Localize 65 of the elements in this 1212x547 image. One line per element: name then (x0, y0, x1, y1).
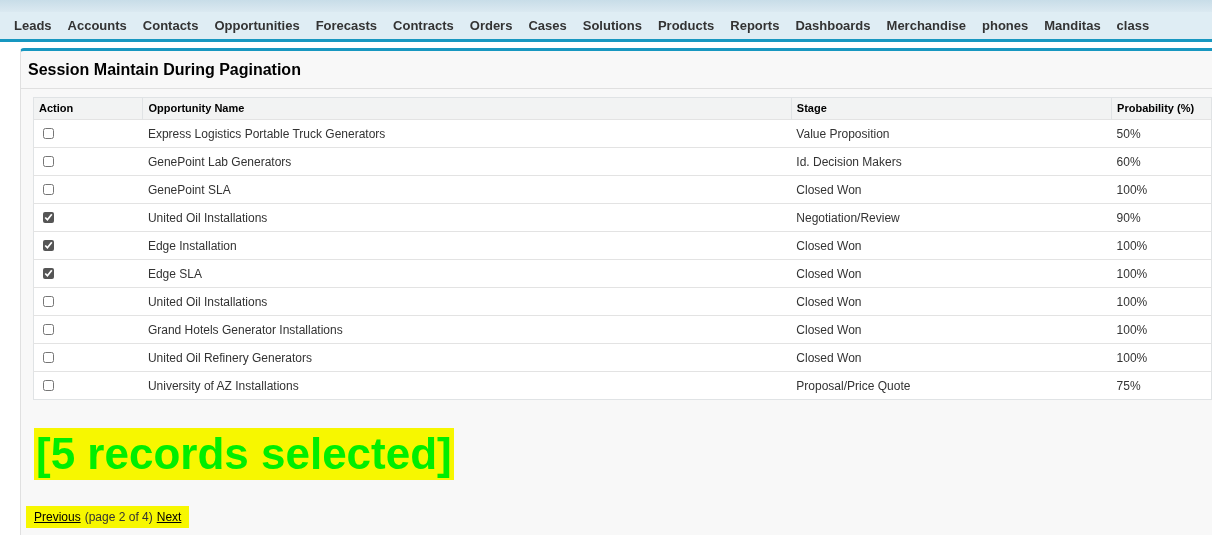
nav-tab[interactable]: Orders (469, 15, 513, 36)
next-link[interactable]: Next (156, 508, 182, 526)
nav-tab[interactable]: phones (982, 15, 1029, 36)
table-cell: Closed Won (791, 259, 1112, 288)
nav-tab[interactable]: Products (657, 15, 715, 36)
column-header: Opportunity Name (142, 97, 792, 120)
row-checkbox[interactable] (43, 184, 54, 195)
table-cell: 60% (1111, 147, 1212, 176)
table-cell: Edge Installation (142, 231, 792, 260)
table-cell: Edge SLA (142, 259, 792, 288)
row-checkbox[interactable] (43, 352, 54, 363)
table-cell: United Oil Installations (142, 287, 792, 316)
column-header: Action (33, 97, 143, 120)
nav-tab[interactable]: Opportunities (214, 15, 300, 36)
table-cell: Closed Won (791, 175, 1112, 204)
nav-tab[interactable]: Contacts (142, 15, 199, 36)
row-checkbox[interactable] (43, 240, 54, 251)
row-checkbox[interactable] (43, 380, 54, 391)
row-checkbox[interactable] (43, 268, 54, 279)
table-cell: 90% (1111, 203, 1212, 232)
column-header: Stage (791, 97, 1112, 120)
table-cell: 100% (1111, 231, 1212, 260)
table-cell: Closed Won (791, 231, 1112, 260)
table-cell: Proposal/Price Quote (791, 371, 1112, 400)
table-cell: Grand Hotels Generator Installations (142, 315, 792, 344)
table-cell: Value Proposition (791, 119, 1112, 148)
table-cell: United Oil Refinery Generators (142, 343, 792, 372)
nav-tab[interactable]: Manditas (1044, 15, 1101, 36)
previous-link[interactable]: Previous (34, 508, 81, 526)
nav-tab[interactable]: Contracts (393, 15, 454, 36)
nav-tab[interactable]: Solutions (582, 15, 642, 36)
table-cell: Closed Won (791, 287, 1112, 316)
table-cell: Closed Won (791, 343, 1112, 372)
table-cell: 100% (1111, 343, 1212, 372)
row-checkbox[interactable] (43, 296, 54, 307)
nav-tab[interactable]: Cases (528, 15, 567, 36)
table-cell: 100% (1111, 315, 1212, 344)
table-cell: 100% (1111, 259, 1212, 288)
table-cell: 75% (1111, 371, 1212, 400)
table-cell: Closed Won (791, 315, 1112, 344)
table-cell: 100% (1111, 287, 1212, 316)
row-checkbox[interactable] (43, 212, 54, 223)
selection-count: [5 records selected] (34, 428, 454, 480)
table-cell: Id. Decision Makers (791, 147, 1112, 176)
row-checkbox[interactable] (43, 324, 54, 335)
panel-title: Session Maintain During Pagination (28, 59, 301, 80)
table-cell: Express Logistics Portable Truck Generators (142, 119, 792, 148)
table-cell: 100% (1111, 175, 1212, 204)
row-checkbox[interactable] (43, 156, 54, 167)
nav-tab[interactable]: Accounts (67, 15, 127, 36)
table-cell: United Oil Installations (142, 203, 792, 232)
column-header: Probability (%) (1111, 97, 1212, 120)
table-cell: GenePoint Lab Generators (142, 147, 792, 176)
table-cell: University of AZ Installations (142, 371, 792, 400)
table-cell: GenePoint SLA (142, 175, 792, 204)
table-cell: 50% (1111, 119, 1212, 148)
nav-tab[interactable]: class (1116, 15, 1150, 36)
nav-tab[interactable]: Merchandise (886, 15, 967, 36)
nav-tab[interactable]: Reports (730, 15, 780, 36)
page-info: (page 2 of 4) (84, 509, 153, 526)
nav-tab[interactable]: Forecasts (315, 15, 378, 36)
row-checkbox[interactable] (43, 128, 54, 139)
table-cell: Negotiation/Review (791, 203, 1112, 232)
nav-tab[interactable]: Leads (14, 15, 52, 36)
nav-tab[interactable]: Dashboards (795, 15, 871, 36)
